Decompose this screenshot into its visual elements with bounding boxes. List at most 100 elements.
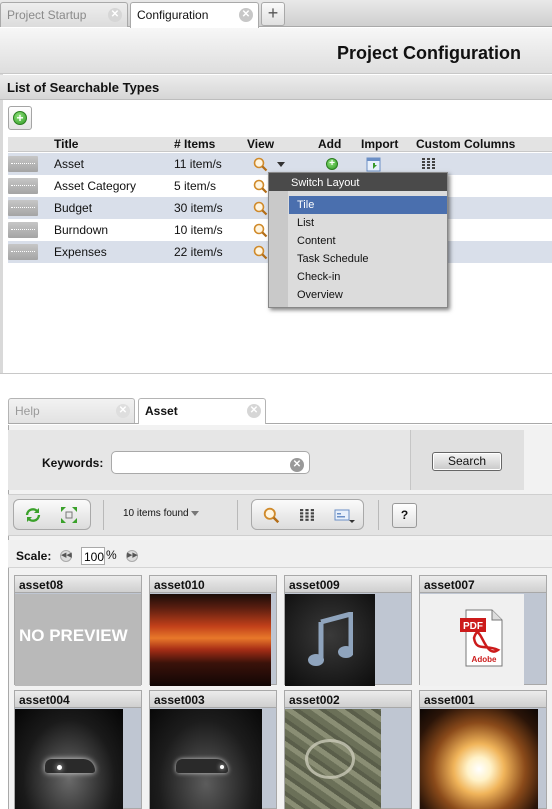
scale-unit: % (106, 548, 117, 562)
drag-handle[interactable] (8, 222, 38, 238)
keywords-label: Keywords: (42, 456, 104, 470)
column-header-import[interactable]: Import (361, 137, 398, 152)
page-header: Project Configuration (0, 28, 552, 74)
tile-title: asset08 (15, 576, 141, 593)
thumbnail: NO PREVIEW (15, 594, 141, 686)
section-title: List of Searchable Types (7, 80, 160, 95)
refresh-group (13, 499, 91, 530)
row-title: Expenses (54, 245, 107, 259)
tab-label: Configuration (137, 8, 209, 22)
menu-item-overview[interactable]: Overview (289, 286, 447, 304)
view-icon[interactable] (253, 245, 268, 260)
tab-help[interactable]: Help ✕ (8, 398, 135, 423)
row-items: 11 item/s (174, 157, 222, 171)
table-header: Title # Items View Add Import Custom Col… (8, 137, 552, 152)
asset-tile[interactable]: asset010 (149, 575, 277, 686)
add-type-button[interactable]: + (8, 106, 32, 130)
page-title: Project Configuration (337, 43, 521, 63)
row-items: 22 item/s (174, 245, 223, 259)
column-header-view[interactable]: View (247, 137, 274, 152)
menu-item-list[interactable]: List (289, 214, 447, 232)
music-note-icon (308, 612, 353, 666)
custom-columns-icon[interactable] (422, 158, 435, 170)
asset-tile[interactable]: asset002 (284, 690, 412, 809)
column-header-items[interactable]: # Items (174, 137, 215, 152)
tab-project-startup[interactable]: Project Startup ✕ (0, 2, 128, 27)
expand-icon[interactable] (60, 506, 78, 524)
items-found[interactable]: 10 items found (123, 508, 200, 519)
asset-tile[interactable]: asset009 (284, 575, 412, 686)
menu-item-check-in[interactable]: Check-in (289, 268, 447, 286)
refresh-icon[interactable] (24, 507, 42, 523)
add-tab-button[interactable]: + (261, 2, 285, 26)
tab-configuration[interactable]: Configuration ✕ (130, 2, 259, 28)
tile-title: asset002 (285, 691, 411, 708)
asset-tile[interactable]: asset007 PDF Adobe (419, 575, 547, 686)
tile-title: asset003 (150, 691, 276, 708)
separator (237, 500, 238, 530)
separator (378, 500, 379, 530)
view-icon[interactable] (253, 201, 268, 216)
search-button[interactable]: Search (432, 452, 502, 471)
view-icon[interactable] (253, 223, 268, 238)
items-found-label: 10 items found (123, 508, 189, 519)
menu-item-task-schedule[interactable]: Task Schedule (289, 250, 447, 268)
help-button[interactable]: ? (392, 503, 417, 528)
pdf-badge: PDF (463, 621, 483, 632)
asset-tile[interactable]: asset08 NO PREVIEW (14, 575, 142, 686)
row-items: 10 item/s (174, 223, 223, 237)
thumbnail-music (285, 594, 375, 686)
columns-icon[interactable] (300, 509, 314, 522)
column-header-custom-columns[interactable]: Custom Columns (416, 137, 515, 152)
view-icon[interactable] (253, 157, 268, 172)
tile-title: asset010 (150, 576, 276, 593)
drag-handle[interactable] (8, 200, 38, 216)
scale-decrease-icon[interactable]: ◀◀ (60, 550, 72, 562)
add-item-icon[interactable]: + (326, 158, 338, 170)
layout-icon[interactable] (334, 508, 356, 524)
row-title: Burndown (54, 223, 109, 237)
close-icon[interactable]: ✕ (116, 404, 130, 418)
asset-tile[interactable]: asset004 (14, 690, 142, 809)
keywords-input[interactable] (111, 451, 310, 474)
tile-title: asset009 (285, 576, 411, 593)
drag-handle[interactable] (8, 244, 38, 260)
menu-item-tile[interactable]: Tile (289, 196, 447, 214)
thumbnail-car (15, 709, 123, 809)
close-icon[interactable]: ✕ (247, 404, 261, 418)
chevron-down-icon[interactable] (277, 162, 285, 167)
row-items: 30 item/s (174, 201, 223, 215)
clear-icon[interactable]: ✕ (290, 458, 304, 472)
separator (103, 500, 104, 530)
thumbnail-sunset (150, 594, 271, 686)
view-icon[interactable] (253, 179, 268, 194)
add-icon: + (13, 111, 27, 125)
close-icon[interactable]: ✕ (108, 8, 122, 22)
import-icon[interactable] (366, 157, 381, 172)
asset-tile[interactable]: asset001 (419, 690, 547, 809)
tab-asset[interactable]: Asset ✕ (138, 398, 266, 424)
asset-tile[interactable]: asset003 (149, 690, 277, 809)
plus-icon: + (267, 3, 279, 23)
menu-item-content[interactable]: Content (289, 232, 447, 250)
scale-increase-icon[interactable]: ▶▶ (126, 550, 138, 562)
menu-gutter (269, 191, 288, 307)
drag-handle[interactable] (8, 156, 38, 172)
divider (0, 373, 552, 374)
tile-title: asset001 (420, 691, 546, 708)
column-header-add[interactable]: Add (318, 137, 341, 152)
thumbnail-pdf: PDF Adobe (420, 594, 524, 686)
view-group (251, 499, 364, 530)
column-header-title[interactable]: Title (54, 137, 78, 152)
section-header: List of Searchable Types (0, 75, 552, 100)
tab-label: Asset (145, 404, 178, 418)
drag-handle[interactable] (8, 178, 38, 194)
close-icon[interactable]: ✕ (239, 8, 253, 22)
scale-label: Scale: (16, 549, 52, 563)
pdf-icon: PDF Adobe (460, 609, 503, 667)
menu-title: Switch Layout (269, 173, 447, 191)
row-title: Asset Category (54, 179, 137, 193)
scale-input[interactable] (81, 547, 105, 565)
search-icon[interactable] (263, 507, 280, 524)
no-preview-text: NO PREVIEW (19, 626, 128, 645)
